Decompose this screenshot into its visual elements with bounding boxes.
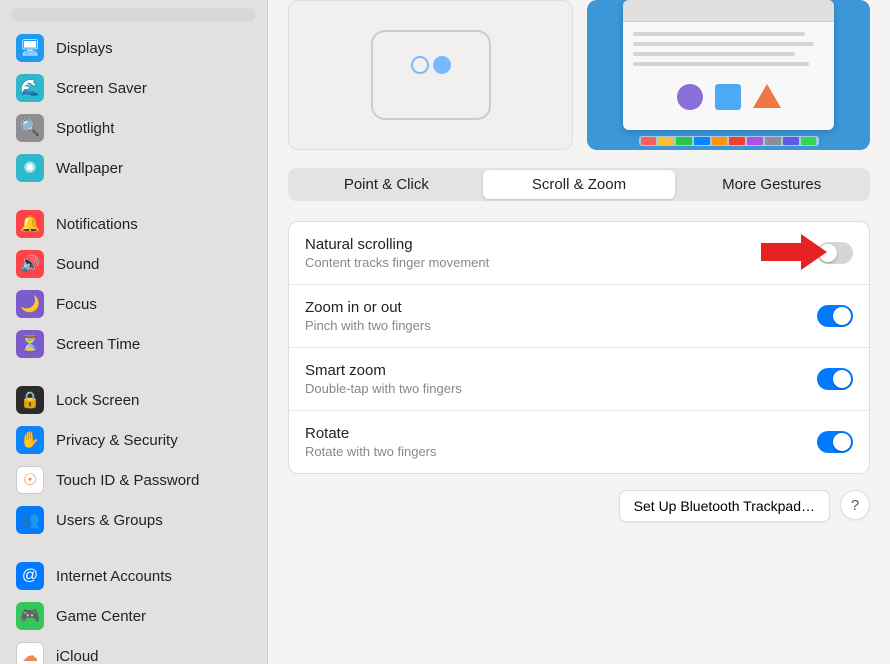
setting-subtitle: Pinch with two fingers [305, 318, 431, 333]
displays-icon: 🖥 [16, 34, 44, 62]
sidebar-item-lock-screen[interactable]: 🔒 Lock Screen [12, 380, 255, 420]
sidebar-item-label: Screen Time [56, 336, 140, 353]
sidebar-item-label: Displays [56, 40, 113, 57]
sidebar-item-game-center[interactable]: 🎮 Game Center [12, 596, 255, 636]
browser-window-illustration [623, 0, 834, 130]
sidebar-item-label: Internet Accounts [56, 568, 172, 585]
spotlight-icon: 🔍 [16, 114, 44, 142]
sidebar-item-sound[interactable]: 🔊 Sound [12, 244, 255, 284]
dock-illustration [639, 136, 819, 146]
tab-more-gestures[interactable]: More Gestures [675, 170, 868, 199]
main-pane: Point & Click Scroll & Zoom More Gesture… [268, 0, 890, 664]
toggle-rotate[interactable] [817, 431, 853, 453]
square-shape-icon [715, 84, 741, 110]
sidebar-item-label: Lock Screen [56, 392, 139, 409]
touchid-icon: ☉ [16, 466, 44, 494]
at-icon: @ [16, 562, 44, 590]
icloud-icon: ☁︎ [16, 642, 44, 664]
setting-title: Zoom in or out [305, 299, 431, 316]
lock-icon: 🔒 [16, 386, 44, 414]
tab-point-click[interactable]: Point & Click [290, 170, 483, 199]
sidebar-item-label: Users & Groups [56, 512, 163, 529]
footer-row: Set Up Bluetooth Trackpad… ? [288, 490, 870, 522]
setting-row-natural-scrolling: Natural scrolling Content tracks finger m… [289, 222, 869, 285]
setup-bluetooth-button[interactable]: Set Up Bluetooth Trackpad… [619, 490, 830, 522]
sidebar-item-privacy-security[interactable]: ✋ Privacy & Security [12, 420, 255, 460]
trackpad-icon [371, 30, 491, 120]
setting-subtitle: Double-tap with two fingers [305, 381, 462, 396]
setting-title: Natural scrolling [305, 236, 489, 253]
wallpaper-icon: ✺ [16, 154, 44, 182]
sidebar-item-label: Privacy & Security [56, 432, 178, 449]
setting-row-smart-zoom: Smart zoom Double-tap with two fingers [289, 348, 869, 411]
sidebar-item-spotlight[interactable]: 🔍 Spotlight [12, 108, 255, 148]
setting-subtitle: Rotate with two fingers [305, 444, 437, 459]
tab-scroll-zoom[interactable]: Scroll & Zoom [483, 170, 676, 199]
sidebar-item-internet-accounts[interactable]: @ Internet Accounts [12, 556, 255, 596]
desktop-preview [587, 0, 870, 150]
sidebar-item-label: Notifications [56, 216, 138, 233]
users-icon: 👥 [16, 506, 44, 534]
sidebar-item-screen-saver[interactable]: 🌊 Screen Saver [12, 68, 255, 108]
setting-row-zoom-in-or-out: Zoom in or out Pinch with two fingers [289, 285, 869, 348]
sidebar-item-touch-id-password[interactable]: ☉ Touch ID & Password [12, 460, 255, 500]
sidebar-scroll-hint [12, 8, 255, 22]
circle-shape-icon [677, 84, 703, 110]
sidebar-item-screen-time[interactable]: ⏳ Screen Time [12, 324, 255, 364]
preview-row [288, 0, 870, 150]
setting-subtitle: Content tracks finger movement [305, 255, 489, 270]
help-button[interactable]: ? [840, 490, 870, 520]
sound-icon: 🔊 [16, 250, 44, 278]
toggle-natural-scrolling[interactable] [817, 242, 853, 264]
sidebar-item-notifications[interactable]: 🔔 Notifications [12, 204, 255, 244]
toggle-zoom-in-or-out[interactable] [817, 305, 853, 327]
gamecenter-icon: 🎮 [16, 602, 44, 630]
focus-icon: 🌙 [16, 290, 44, 318]
sidebar-item-focus[interactable]: 🌙 Focus [12, 284, 255, 324]
sidebar-item-label: Focus [56, 296, 97, 313]
sidebar-item-wallpaper[interactable]: ✺ Wallpaper [12, 148, 255, 188]
sidebar-item-label: Spotlight [56, 120, 114, 137]
setting-title: Smart zoom [305, 362, 462, 379]
triangle-shape-icon [753, 84, 781, 108]
sidebar: 🖥 Displays 🌊 Screen Saver 🔍 Spotlight ✺ Wallpap… [0, 0, 268, 664]
privacy-icon: ✋ [16, 426, 44, 454]
sidebar-item-icloud[interactable]: ☁︎ iCloud [12, 636, 255, 664]
sidebar-item-displays[interactable]: 🖥 Displays [12, 28, 255, 68]
setting-row-rotate: Rotate Rotate with two fingers [289, 411, 869, 473]
tab-segmented-control: Point & Click Scroll & Zoom More Gesture… [288, 168, 870, 201]
settings-panel: Natural scrolling Content tracks finger m… [288, 221, 870, 474]
screensaver-icon: 🌊 [16, 74, 44, 102]
toggle-smart-zoom[interactable] [817, 368, 853, 390]
sidebar-item-users-groups[interactable]: 👥 Users & Groups [12, 500, 255, 540]
sidebar-item-label: Touch ID & Password [56, 472, 199, 489]
sidebar-item-label: Screen Saver [56, 80, 147, 97]
sidebar-item-label: Game Center [56, 608, 146, 625]
trackpad-preview [288, 0, 573, 150]
sidebar-item-label: iCloud [56, 648, 99, 664]
sidebar-item-label: Wallpaper [56, 160, 123, 177]
notifications-icon: 🔔 [16, 210, 44, 238]
setting-title: Rotate [305, 425, 437, 442]
sidebar-item-label: Sound [56, 256, 99, 273]
screentime-icon: ⏳ [16, 330, 44, 358]
